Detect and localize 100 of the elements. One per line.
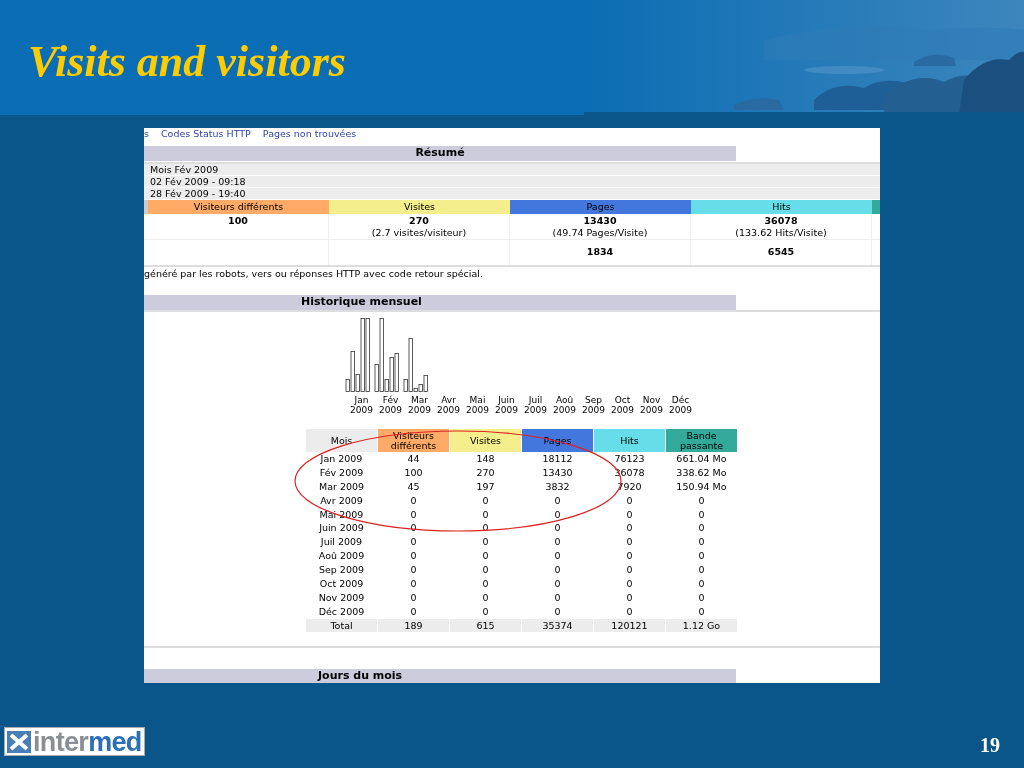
year-label: 2009 [379,405,402,415]
table-cell-text: 0 [625,604,634,619]
year-label: 2009 [611,405,634,415]
table-cell-text: 0 [697,563,706,577]
month-label: Mai [469,395,486,405]
table-cell-text: Juil 2009 [319,535,364,550]
table-cell-text: Fév 2009 [318,465,365,480]
section-title: Historique mensuel [301,294,422,311]
table-cell-text: 0 [409,521,418,536]
table-cell-text: 0 [409,493,418,508]
column-header: Mois [306,429,377,452]
table-cell-text: 0 [625,549,634,564]
table-cell-text: 0 [553,535,562,550]
table-cell-text: 45 [406,479,421,494]
table-cell-text: 0 [553,563,562,577]
table-cell-text: 0 [409,507,418,522]
table-cell-text: Jan 2009 [319,452,364,466]
logo-text: intermed [33,728,142,755]
table-cell-text: 0 [625,535,634,550]
table-cell-text: 0 [697,577,706,591]
summary-ratio: (49.74 Pages/Visite) [552,227,648,239]
table-cell-text: 0 [553,549,562,564]
summary-value: 270 [409,215,429,227]
table-cell-text: 0 [481,590,490,605]
column-header: Visites [450,429,521,452]
year-label: 2009 [466,405,489,415]
year-label: 2009 [524,405,547,415]
logo-icon [7,730,31,753]
year-label: 2009 [408,405,431,415]
table-cell-text: 0 [697,493,706,508]
table-cell-text: 76123 [613,452,646,466]
month-label: Jan [354,395,369,405]
table-cell-text: 0 [481,535,490,550]
table-cell-text: 0 [481,604,490,619]
table-cell-text: Nov 2009 [317,590,366,605]
nav-link[interactable]: Codes Status HTTP [160,128,251,142]
header-stub [144,200,148,214]
table-cell-text: 0 [625,590,634,605]
column-header: Hits [691,200,872,214]
header-stub [872,200,880,214]
table-cell-text: 0 [625,507,634,522]
table-cell-text: 150.94 Mo [675,479,728,494]
column-header: Bande passante [666,429,737,452]
summary-value: 1834 [586,245,614,260]
table-cell-text: 3832 [544,479,571,494]
table-cell-text: 0 [697,521,706,536]
month-label: Mar [411,395,428,405]
nav-link[interactable]: s [144,128,149,142]
year-label: 2009 [350,405,373,415]
column-header: Visiteurs différents [148,200,329,214]
table-cell-text: 0 [625,493,634,508]
column-header: Hits [594,429,665,452]
summary-ratio: (2.7 visites/visiteur) [371,227,467,239]
month-label: Avr [441,395,456,405]
note-text: généré par les robots, vers ou réponses HTTP avec code retour spécial. [144,268,484,280]
month-label: Sep [585,395,602,405]
table-cell-text: 0 [481,563,490,577]
table-cell-text: 0 [553,507,562,522]
info-row: 02 Fév 2009 - 09:18 [144,176,880,188]
table-cell-text: 0 [409,563,418,577]
year-label: 2009 [669,405,692,415]
table-cell-text: 0 [481,577,490,591]
total-cell: 35374 [522,618,593,632]
table-cell-text: 0 [625,563,634,577]
table-cell-text: 0 [553,590,562,605]
table-cell-text: 338.62 Mo [675,465,728,480]
month-label: Nov [642,395,661,405]
table-cell-text: 0 [697,590,706,605]
table-cell-text: 0 [481,549,490,564]
table-cell-text: 0 [697,535,706,550]
table-cell-text: Mar 2009 [317,479,366,494]
month-label: Juil [528,395,543,405]
table-cell-text: 0 [409,577,418,591]
table-cell-text: Sep 2009 [317,563,366,577]
info-row: 28 Fév 2009 - 19:40 [144,188,880,200]
month-label: Déc [671,395,690,405]
month-label: Fév [382,395,399,405]
month-label: Aoû [555,395,574,405]
summary-value: 36078 [764,215,798,227]
table-cell-text: 44 [406,452,421,466]
table-cell-text: Aoû 2009 [317,549,366,564]
month-label: Juin [498,395,515,405]
table-cell-text: 0 [625,577,634,591]
section-title: Jours du mois [318,670,403,683]
year-label: 2009 [437,405,460,415]
table-cell-text: Avr 2009 [319,493,364,508]
table-cell-text: 0 [553,577,562,591]
summary-value: 6545 [767,245,795,260]
table-cell-text: 0 [409,535,418,550]
total-cell: Total [306,618,377,632]
total-cell: 189 [378,618,449,632]
table-cell-text: 0 [697,507,706,522]
table-cell-text: 0 [625,521,634,536]
table-cell-text: 0 [697,549,706,564]
column-header: Visites [329,200,510,214]
summary-value: 100 [228,215,248,227]
nav-link[interactable]: Pages non trouvées [262,128,357,142]
total-cell: 120121 [594,618,665,632]
table-cell-text: 13430 [541,465,574,480]
slide-title: Visits and visitors [28,35,346,88]
